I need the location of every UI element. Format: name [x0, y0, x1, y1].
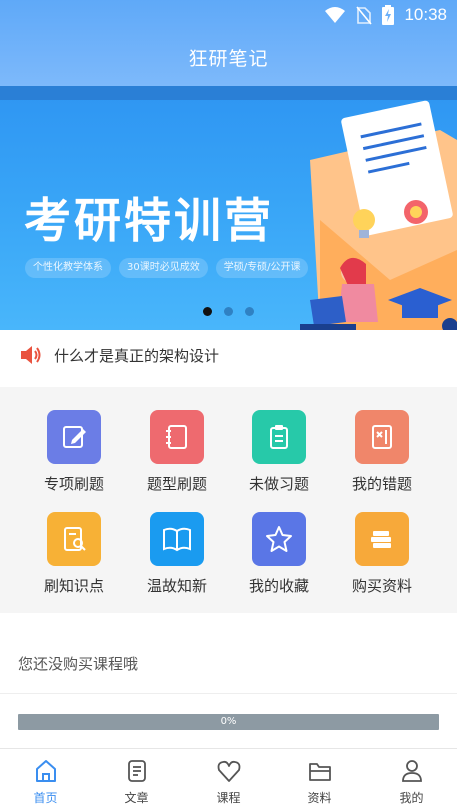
promo-banner[interactable]: 考研特训营 个性化教学体系 30课时必见成效 学硕/专硕/公开课 [0, 86, 457, 330]
grid-label: 刷知识点 [43, 577, 104, 595]
bottom-nav: 首页 文章 课程 资料 我的 [0, 748, 457, 812]
progress-text: 0% [220, 716, 237, 727]
notice-bar[interactable]: 什么才是真正的架构设计 [0, 330, 457, 380]
book-icon [150, 512, 204, 566]
progress-bar: 0% [18, 714, 439, 730]
course-empty-text: 您还没购买课程哦 [18, 655, 139, 673]
star-icon [252, 512, 306, 566]
page-title: 狂研笔记 [188, 48, 269, 70]
function-grid: 专项刷题 题型刷题 未做习题 我的错题 刷知识点 温故知新 我的收藏 购买资料 [0, 387, 457, 613]
grid-label: 题型刷题 [146, 475, 207, 493]
nav-articles[interactable]: 文章 [91, 757, 182, 806]
search-doc-icon [47, 512, 101, 566]
grid-item-undone[interactable]: 未做习题 [229, 410, 329, 494]
nav-materials[interactable]: 资料 [274, 757, 365, 806]
grid-item-type-practice[interactable]: 题型刷题 [127, 410, 227, 494]
grid-label: 购买资料 [351, 577, 412, 595]
carousel-indicator [203, 307, 254, 316]
no-sim-icon [356, 6, 373, 25]
user-icon [401, 760, 422, 782]
clipboard-icon [252, 410, 306, 464]
banner-stripe [0, 86, 457, 100]
grid-item-knowledge-points[interactable]: 刷知识点 [24, 512, 124, 596]
grid-label: 温故知新 [146, 577, 207, 595]
nav-label: 资料 [307, 791, 332, 805]
carousel-dot[interactable] [245, 307, 254, 316]
nav-label: 文章 [124, 791, 149, 805]
banner-illustration [300, 100, 457, 330]
banner-tag: 个性化教学体系 [25, 258, 111, 278]
grid-item-buy-materials[interactable]: 购买资料 [332, 512, 432, 596]
nav-home[interactable]: 首页 [0, 757, 91, 806]
nav-courses[interactable]: 课程 [183, 757, 274, 806]
grid-item-special-practice[interactable]: 专项刷题 [24, 410, 124, 494]
nav-label: 我的 [399, 791, 424, 805]
banner-tag: 学硕/专硕/公开课 [215, 258, 309, 278]
books-stack-icon [355, 512, 409, 566]
banner-title: 考研特训营 [24, 194, 274, 249]
notice-text: 什么才是真正的架构设计 [54, 346, 220, 365]
edit-icon [47, 410, 101, 464]
grid-item-wrong-questions[interactable]: 我的错题 [332, 410, 432, 494]
grid-item-favorites[interactable]: 我的收藏 [229, 512, 329, 596]
status-time: 10:38 [404, 5, 447, 24]
wrong-book-icon [355, 410, 409, 464]
banner-tag: 30课时必见成效 [119, 258, 208, 278]
divider [0, 693, 457, 694]
home-icon [35, 760, 56, 782]
article-icon [127, 760, 146, 782]
heart-icon [217, 760, 240, 782]
grid-label: 专项刷题 [43, 475, 104, 493]
nav-label: 课程 [216, 791, 241, 805]
folder-icon [308, 763, 331, 781]
banner-tags: 个性化教学体系 30课时必见成效 学硕/专硕/公开课 [25, 258, 309, 278]
grid-label: 我的错题 [351, 475, 412, 493]
nav-profile[interactable]: 我的 [366, 757, 457, 806]
grid-item-review[interactable]: 温故知新 [127, 512, 227, 596]
battery-charging-icon [382, 5, 395, 25]
carousel-dot[interactable] [203, 307, 212, 316]
grid-label: 未做习题 [248, 475, 309, 493]
wifi-icon [325, 7, 346, 23]
carousel-dot[interactable] [224, 307, 233, 316]
notebook-icon [150, 410, 204, 464]
grid-label: 我的收藏 [248, 577, 309, 595]
nav-label: 首页 [33, 791, 58, 805]
app-header: 10:38 狂研笔记 [0, 0, 457, 86]
status-bar: 10:38 [0, 0, 457, 32]
speaker-icon [21, 346, 41, 364]
